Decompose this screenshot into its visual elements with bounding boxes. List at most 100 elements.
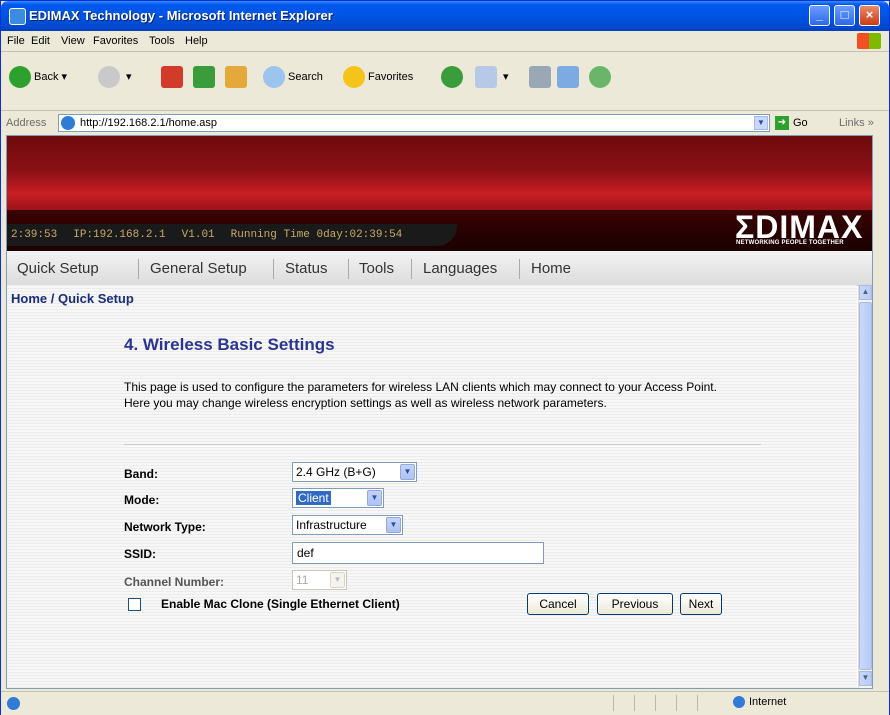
refresh-icon [193,66,215,88]
ie-page-icon [7,697,20,710]
menu-edit[interactable]: Edit [31,35,50,47]
status-panel [634,695,655,711]
mac-clone-checkbox[interactable] [128,598,141,611]
globe-icon [733,696,745,709]
status-panels [613,695,723,711]
nav-languages[interactable]: Languages [423,260,497,277]
status-panel [613,695,634,711]
page-viewport: 2:39:53 IP:192.168.2.1 V1.01 Running Time 0… [6,135,873,689]
links-button[interactable]: Links » [839,117,874,129]
forward-arrow-icon [98,66,120,88]
mode-select[interactable]: Client ▼ [292,488,384,508]
messenger-icon [589,66,611,88]
menu-help[interactable]: Help [185,35,208,47]
next-button[interactable]: Next [680,593,722,615]
ssid-label: SSID: [124,547,157,561]
nav-general-setup[interactable]: General Setup [150,260,247,277]
status-panel [697,695,718,711]
status-panel [655,695,676,711]
go-label: Go [793,116,808,129]
address-url: http://192.168.2.1/home.asp [80,117,217,129]
mac-clone-label: Enable Mac Clone (Single Ethernet Client… [161,597,400,611]
status-version: V1.01 [181,229,215,241]
favorites-button[interactable]: Favorites [343,66,413,88]
messenger-button[interactable] [589,66,614,88]
router-status-strip: 2:39:53 IP:192.168.2.1 V1.01 Running Time 0… [7,224,457,246]
status-panel [676,695,697,711]
content-area: Home / Quick Setup 4. Wireless Basic Set… [7,285,857,688]
network-type-label: Network Type: [124,520,206,534]
go-button[interactable]: ➜ Go [775,116,808,130]
network-type-select[interactable]: Infrastructure ▼ [292,515,403,535]
stop-button[interactable] [161,66,186,88]
status-running-time: Running Time 0day:02:39:54 [230,229,403,241]
history-button[interactable] [441,66,466,88]
scroll-up-icon[interactable]: ▲ [859,285,872,300]
zone-label: Internet [749,696,787,708]
network-type-select-value: Infrastructure [296,518,367,532]
print-button[interactable] [529,66,554,88]
chevron-down-icon: ▼ [330,572,345,588]
mail-button[interactable]: ▾ [475,66,509,88]
status-bar: Internet [1,691,889,715]
back-label: Back [34,70,59,83]
section-divider [124,444,761,445]
channel-number-select-value: 11 [296,573,309,587]
previous-button[interactable]: Previous [597,593,673,615]
channel-number-select[interactable]: 11 ▼ [292,570,347,590]
star-icon [343,66,365,88]
nav-quick-setup[interactable]: Quick Setup [17,260,99,277]
nav-separator [411,259,412,279]
ie-window-icon [9,8,26,25]
back-arrow-icon [9,66,31,88]
mode-label: Mode: [124,493,160,507]
status-time: 2:39:53 [11,229,58,241]
nav-separator [138,259,139,279]
band-select[interactable]: 2.4 GHz (B+G) ▼ [292,462,417,482]
maximize-button[interactable]: □ [834,5,855,26]
close-button[interactable]: × [859,5,880,26]
menu-file[interactable]: File [7,35,25,47]
history-icon [441,66,463,88]
nav-tools[interactable]: Tools [359,260,394,277]
menu-favorites[interactable]: Favorites [93,35,138,47]
links-label: Links [839,117,865,129]
security-zone: Internet [733,696,787,709]
chevron-down-icon: ▼ [367,490,382,506]
nav-separator [348,259,349,279]
home-icon [225,66,247,88]
edimax-logo: ΣDIMAX [735,209,864,245]
mode-select-value: Client [296,491,331,505]
scroll-down-icon[interactable]: ▼ [859,671,872,686]
nav-status[interactable]: Status [285,260,328,277]
menu-tools[interactable]: Tools [149,35,175,47]
status-ip: IP:192.168.2.1 [73,229,166,241]
stop-icon [161,66,183,88]
band-select-value: 2.4 GHz (B+G) [296,465,376,479]
search-button[interactable]: Search [263,66,323,88]
forward-button[interactable]: ▾ [98,66,132,88]
scroll-thumb[interactable] [859,302,872,670]
back-button[interactable]: Back ▾ [9,66,67,88]
home-button[interactable] [225,66,250,88]
band-label: Band: [124,467,158,481]
browser-window: EDIMAX Technology - Microsoft Internet E… [0,0,890,715]
title-bar[interactable]: EDIMAX Technology - Microsoft Internet E… [1,1,889,31]
minimize-button[interactable]: _ [809,5,830,26]
address-input[interactable]: http://192.168.2.1/home.asp ▼ [58,114,770,132]
favorites-label: Favorites [368,70,414,83]
edit-button[interactable] [557,66,582,88]
vertical-scrollbar[interactable]: ▲ ▼ [858,285,872,688]
address-bar: Address http://192.168.2.1/home.asp ▼ ➜ G… [1,111,889,135]
address-dropdown-icon[interactable]: ▼ [754,116,768,130]
edimax-tagline: NETWORKING PEOPLE TOGETHER [736,240,844,246]
ssid-input[interactable]: def [292,542,544,564]
nav-home[interactable]: Home [531,260,571,277]
cancel-button[interactable]: Cancel [527,593,589,615]
window-title: EDIMAX Technology - Microsoft Internet E… [29,8,333,23]
print-icon [529,66,551,88]
search-label: Search [288,70,323,83]
refresh-button[interactable] [193,66,218,88]
menu-view[interactable]: View [61,35,85,47]
channel-number-label: Channel Number: [124,575,225,589]
